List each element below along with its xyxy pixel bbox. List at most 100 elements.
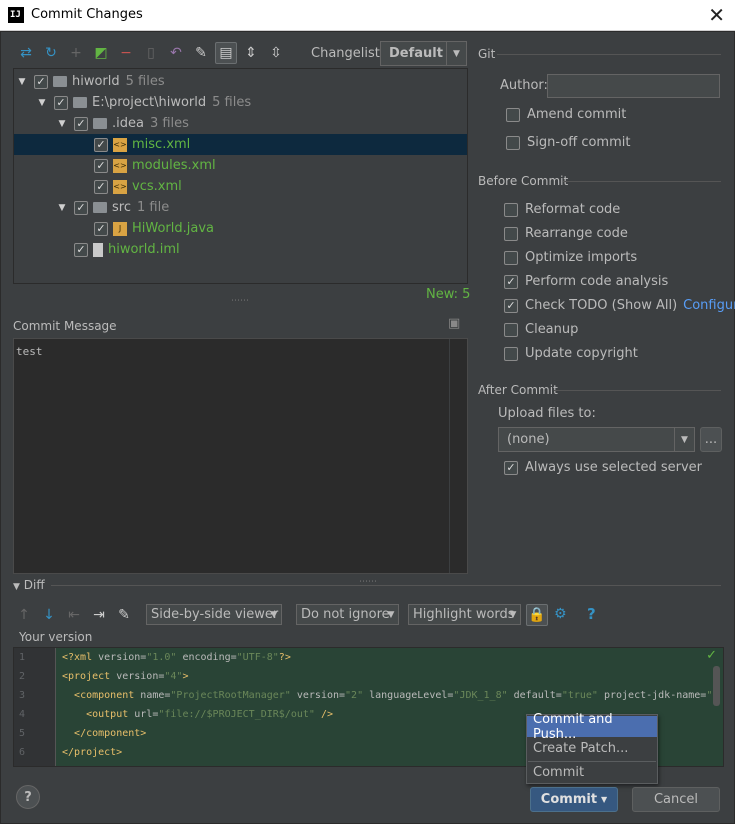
checkbox[interactable]: ✓ bbox=[74, 200, 88, 215]
checkbox[interactable] bbox=[504, 250, 518, 265]
code-line: </component> bbox=[74, 728, 147, 739]
group-by-directory-icon[interactable]: ▤ bbox=[215, 42, 237, 64]
optimize-imports-checkbox[interactable]: Optimize imports bbox=[504, 250, 637, 265]
close-icon[interactable]: ✕ bbox=[708, 3, 725, 27]
cancel-button[interactable]: Cancel bbox=[632, 787, 720, 812]
folder-icon bbox=[93, 118, 107, 129]
diff-toolbar: ↑ ↓ ⇤ ⇥ ✎ bbox=[13, 603, 138, 627]
vertical-scrollbar[interactable] bbox=[713, 666, 720, 706]
checkbox[interactable]: ✓ bbox=[94, 158, 108, 173]
upload-server-combo[interactable]: (none) ▼ bbox=[498, 427, 695, 452]
checkbox[interactable] bbox=[504, 202, 518, 217]
tree-row[interactable]: ✓ hiworld.iml bbox=[14, 239, 467, 260]
checkbox[interactable]: ✓ bbox=[504, 274, 518, 289]
checkbox[interactable]: ✓ bbox=[74, 242, 88, 257]
commit-message-editor[interactable]: test bbox=[13, 338, 468, 574]
git-section-title: Git bbox=[478, 47, 496, 61]
highlight-mode-combo[interactable]: Highlight words ▼ bbox=[408, 604, 521, 625]
commit-item[interactable]: Commit bbox=[527, 762, 657, 783]
checkbox[interactable]: ✓ bbox=[54, 95, 68, 110]
help-question-icon[interactable]: ? bbox=[587, 605, 596, 623]
expand-arrow-icon[interactable]: ▼ bbox=[16, 77, 28, 87]
tree-item-label: modules.xml bbox=[132, 158, 216, 173]
diff-section-toggle[interactable]: ▼ Diff bbox=[13, 578, 45, 592]
xml-file-icon: <> bbox=[113, 158, 127, 173]
checkbox[interactable]: ✓ bbox=[94, 137, 108, 152]
checkbox[interactable]: ✓ bbox=[94, 221, 108, 236]
checkbox[interactable] bbox=[506, 135, 520, 150]
commit-message-history-icon[interactable]: ▣ bbox=[448, 316, 460, 331]
commit-button[interactable]: Commit ▼ bbox=[530, 787, 618, 812]
rearrange-code-checkbox[interactable]: Rearrange code bbox=[504, 226, 628, 241]
edit-icon[interactable]: ✎ bbox=[190, 42, 212, 64]
tree-item-label: HiWorld.java bbox=[132, 221, 215, 236]
code-line: <?xml version="1.0" encoding="UTF-8"?> bbox=[62, 652, 291, 663]
tree-row[interactable]: ✓ <> modules.xml bbox=[14, 155, 467, 176]
commit-message-text[interactable]: test bbox=[16, 345, 43, 358]
collapse-all-icon[interactable]: ⇳ bbox=[265, 42, 287, 64]
checkbox[interactable] bbox=[506, 107, 520, 122]
rollback-icon[interactable]: ↻ bbox=[40, 42, 62, 64]
collapse-arrow-icon[interactable]: ▼ bbox=[13, 582, 20, 592]
refresh-changes-icon[interactable]: ⇄ bbox=[15, 42, 37, 64]
splitter-handle[interactable]: ⋯⋯ bbox=[359, 577, 377, 587]
browse-servers-button[interactable]: ... bbox=[700, 427, 722, 452]
check-todo-checkbox[interactable]: ✓ Check TODO (Show All) Configure bbox=[504, 298, 735, 313]
compare-previous-file-icon[interactable]: ⇤ bbox=[63, 604, 85, 626]
checkbox[interactable]: ✓ bbox=[504, 460, 518, 475]
window-title: Commit Changes bbox=[31, 7, 143, 22]
remove-icon[interactable]: − bbox=[115, 42, 137, 64]
expand-arrow-icon[interactable]: ▼ bbox=[56, 119, 68, 129]
add-icon[interactable]: + bbox=[65, 42, 87, 64]
checkbox[interactable]: ✓ bbox=[504, 298, 518, 313]
viewer-mode-combo[interactable]: Side-by-side viewer ▼ bbox=[146, 604, 282, 625]
tree-row[interactable]: ▼ ✓ E:\project\hiworld 5 files bbox=[14, 92, 467, 113]
expand-arrow-icon[interactable]: ▼ bbox=[56, 203, 68, 213]
amend-commit-checkbox[interactable]: Amend commit bbox=[506, 107, 626, 122]
edit-source-icon[interactable]: ✎ bbox=[113, 604, 135, 626]
checkbox[interactable] bbox=[504, 346, 518, 361]
revert-icon[interactable]: ↶ bbox=[165, 42, 187, 64]
ignore-whitespace-combo[interactable]: Do not ignore ▼ bbox=[296, 604, 399, 625]
changelist-combo[interactable]: Default ▼ bbox=[380, 41, 467, 66]
changelist-value: Default bbox=[389, 46, 443, 61]
expand-arrow-icon[interactable]: ▼ bbox=[36, 98, 48, 108]
next-difference-icon[interactable]: ↓ bbox=[38, 604, 60, 626]
tree-row-selected[interactable]: ✓ <> misc.xml bbox=[14, 134, 467, 155]
before-commit-title: Before Commit bbox=[478, 174, 569, 188]
commit-and-push-item[interactable]: Commit and Push... bbox=[527, 712, 657, 742]
help-button[interactable]: ? bbox=[16, 785, 40, 809]
signoff-commit-checkbox[interactable]: Sign-off commit bbox=[506, 135, 630, 150]
cleanup-checkbox[interactable]: Cleanup bbox=[504, 322, 578, 337]
reformat-code-checkbox[interactable]: Reformat code bbox=[504, 202, 620, 217]
tree-row[interactable]: ▼ ✓ src 1 file bbox=[14, 197, 467, 218]
line-number: 2 bbox=[19, 671, 26, 682]
settings-gear-icon[interactable]: ⚙ bbox=[554, 606, 567, 622]
author-input[interactable] bbox=[547, 74, 720, 98]
checkbox[interactable]: ✓ bbox=[94, 179, 108, 194]
expand-all-icon[interactable]: ⇕ bbox=[240, 42, 262, 64]
tree-row[interactable]: ✓ <> vcs.xml bbox=[14, 176, 467, 197]
splitter-handle[interactable]: ⋯⋯ bbox=[231, 296, 249, 306]
intellij-app-icon: IJ bbox=[8, 7, 24, 23]
tree-row[interactable]: ✓ J HiWorld.java bbox=[14, 218, 467, 239]
configure-link[interactable]: Configure bbox=[683, 298, 735, 313]
lock-icon[interactable]: 🔒 bbox=[526, 604, 548, 626]
line-number-gutter: 1 2 3 4 5 6 bbox=[14, 648, 56, 766]
create-patch-item[interactable]: Create Patch... bbox=[527, 738, 657, 759]
tree-row[interactable]: ▼ ✓ hiworld 5 files bbox=[14, 71, 467, 92]
file-count: 3 files bbox=[149, 116, 189, 131]
checkbox[interactable] bbox=[504, 322, 518, 337]
update-copyright-checkbox[interactable]: Update copyright bbox=[504, 346, 638, 361]
jump-to-source-icon[interactable]: ▯ bbox=[140, 42, 162, 64]
checkbox[interactable] bbox=[504, 226, 518, 241]
scrollbar[interactable] bbox=[449, 339, 467, 573]
tree-row[interactable]: ▼ ✓ .idea 3 files bbox=[14, 113, 467, 134]
checkbox[interactable]: ✓ bbox=[74, 116, 88, 131]
perform-analysis-checkbox[interactable]: ✓ Perform code analysis bbox=[504, 274, 668, 289]
jump-to-source-icon[interactable]: ⇥ bbox=[88, 604, 110, 626]
move-to-changelist-icon[interactable]: ◩ bbox=[90, 42, 112, 64]
always-use-server-checkbox[interactable]: ✓ Always use selected server bbox=[504, 460, 702, 475]
checkbox[interactable]: ✓ bbox=[34, 74, 48, 89]
previous-difference-icon[interactable]: ↑ bbox=[13, 604, 35, 626]
